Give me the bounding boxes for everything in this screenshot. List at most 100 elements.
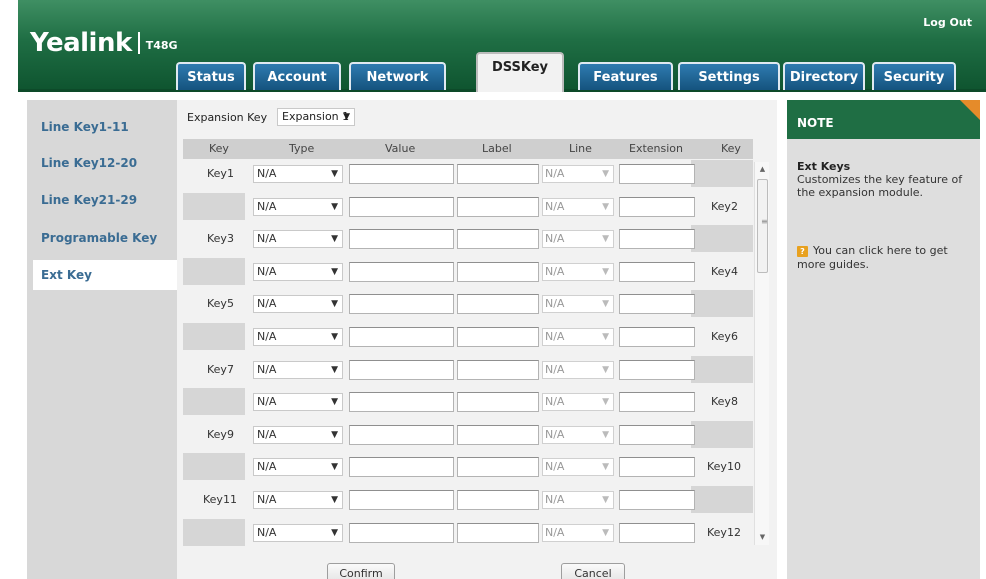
value-input[interactable] xyxy=(349,164,454,184)
sidebar-item-programable-key[interactable]: Programable Key xyxy=(27,223,177,253)
key-number: Key8 xyxy=(711,395,738,409)
confirm-button[interactable]: Confirm xyxy=(327,563,395,579)
extension-input[interactable] xyxy=(619,196,695,217)
label-input[interactable] xyxy=(457,196,539,217)
type-select[interactable]: N/A ▼ xyxy=(253,360,343,379)
chevron-down-icon: ▼ xyxy=(602,266,609,277)
sidebar-item-line-key1-11[interactable]: Line Key1-11 xyxy=(27,112,177,142)
value-input[interactable] xyxy=(349,294,454,315)
label-input[interactable] xyxy=(457,261,539,282)
line-select[interactable]: N/A ▼ xyxy=(542,262,614,281)
line-select[interactable]: N/A ▼ xyxy=(542,165,614,183)
extension-input[interactable] xyxy=(619,424,695,445)
line-select[interactable]: N/A ▼ xyxy=(542,197,614,216)
key-number: Key6 xyxy=(711,330,738,343)
type-select-value: N/A xyxy=(257,199,277,213)
label-input[interactable] xyxy=(457,229,539,250)
arrow-up-icon[interactable]: ▲ xyxy=(755,162,770,177)
value-input[interactable] xyxy=(349,327,454,347)
tab-dsskey[interactable]: DSSKey xyxy=(476,52,564,92)
value-input[interactable] xyxy=(349,261,454,282)
scrollbar-thumb[interactable]: ≡ xyxy=(757,179,768,273)
line-select-value: N/A xyxy=(545,297,565,311)
label-input[interactable] xyxy=(457,424,539,445)
label-input[interactable] xyxy=(457,490,539,510)
guide-link[interactable]: You can click here to get more guides. xyxy=(797,244,975,272)
type-select[interactable]: N/A ▼ xyxy=(253,491,343,509)
expansion-select-value: Expansion 1 xyxy=(282,110,350,123)
label-input[interactable] xyxy=(457,164,539,184)
extension-input[interactable] xyxy=(619,359,695,380)
value-input[interactable] xyxy=(349,196,454,217)
tab-network[interactable]: Network xyxy=(349,62,446,90)
arrow-down-icon[interactable]: ▼ xyxy=(755,530,770,545)
line-select[interactable]: N/A ▼ xyxy=(542,491,614,509)
extension-input[interactable] xyxy=(619,261,695,282)
value-input[interactable] xyxy=(349,229,454,250)
sidebar-item-ext-key[interactable]: Ext Key xyxy=(33,260,177,290)
type-select[interactable]: N/A ▼ xyxy=(253,295,343,314)
line-select[interactable]: N/A ▼ xyxy=(542,295,614,314)
label-input[interactable] xyxy=(457,522,539,543)
extension-input[interactable] xyxy=(619,294,695,315)
extension-input[interactable] xyxy=(619,164,695,184)
type-select[interactable]: N/A ▼ xyxy=(253,523,343,542)
tab-features[interactable]: Features xyxy=(578,62,673,90)
tab-directory[interactable]: Directory xyxy=(783,62,865,90)
key-number: Key2 xyxy=(711,199,738,213)
value-input[interactable] xyxy=(349,522,454,543)
logout-link[interactable]: Log Out xyxy=(923,16,972,29)
type-select[interactable]: N/A ▼ xyxy=(253,393,343,412)
scrollbar-grip: ≡ xyxy=(761,217,768,226)
line-select[interactable]: N/A ▼ xyxy=(542,425,614,444)
tab-settings[interactable]: Settings xyxy=(678,62,780,90)
label-input[interactable] xyxy=(457,294,539,315)
extension-input[interactable] xyxy=(619,490,695,510)
table-row: Key2 N/A ▼ N/A ▼ xyxy=(183,192,753,222)
line-select[interactable]: N/A ▼ xyxy=(542,328,614,346)
value-input[interactable] xyxy=(349,392,454,413)
value-input[interactable] xyxy=(349,490,454,510)
extension-input[interactable] xyxy=(619,522,695,543)
value-input[interactable] xyxy=(349,424,454,445)
extension-input[interactable] xyxy=(619,457,695,478)
type-select[interactable]: N/A ▼ xyxy=(253,197,343,216)
key-cell-left: Key9 xyxy=(183,421,245,448)
label-input[interactable] xyxy=(457,359,539,380)
tab-status[interactable]: Status xyxy=(176,62,246,90)
extension-input[interactable] xyxy=(619,392,695,413)
table-scrollbar[interactable]: ▲ ≡ ▼ xyxy=(754,162,769,545)
label-input[interactable] xyxy=(457,392,539,413)
help-icon[interactable]: ? xyxy=(797,246,808,257)
value-input[interactable] xyxy=(349,359,454,380)
type-select[interactable]: N/A ▼ xyxy=(253,425,343,444)
sidebar-item-line-key12-20[interactable]: Line Key12-20 xyxy=(27,148,177,178)
label-input[interactable] xyxy=(457,327,539,347)
tab-account[interactable]: Account xyxy=(253,62,341,90)
line-select[interactable]: N/A ▼ xyxy=(542,458,614,477)
line-select[interactable]: N/A ▼ xyxy=(542,523,614,542)
expansion-select[interactable]: Expansion 1 ▼ xyxy=(277,108,355,126)
line-select[interactable]: N/A ▼ xyxy=(542,230,614,249)
table-row: Key8 N/A ▼ N/A ▼ xyxy=(183,387,753,417)
key-number: Key9 xyxy=(207,427,234,441)
line-select[interactable]: N/A ▼ xyxy=(542,393,614,412)
sidebar-item-line-key21-29[interactable]: Line Key21-29 xyxy=(27,185,177,215)
line-select-value: N/A xyxy=(545,493,565,506)
chevron-down-icon: ▼ xyxy=(602,397,609,408)
type-select[interactable]: N/A ▼ xyxy=(253,230,343,249)
extension-input[interactable] xyxy=(619,327,695,347)
type-select[interactable]: N/A ▼ xyxy=(253,262,343,281)
label-input[interactable] xyxy=(457,457,539,478)
table-row: Key9 N/A ▼ N/A ▼ xyxy=(183,420,753,450)
cancel-button[interactable]: Cancel xyxy=(561,563,625,579)
type-select-value: N/A xyxy=(257,264,277,278)
line-select[interactable]: N/A ▼ xyxy=(542,360,614,379)
type-select[interactable]: N/A ▼ xyxy=(253,328,343,346)
tab-security[interactable]: Security xyxy=(872,62,956,90)
type-select[interactable]: N/A ▼ xyxy=(253,165,343,183)
type-select[interactable]: N/A ▼ xyxy=(253,458,343,477)
chevron-down-icon: ▼ xyxy=(331,397,338,408)
value-input[interactable] xyxy=(349,457,454,478)
extension-input[interactable] xyxy=(619,229,695,250)
